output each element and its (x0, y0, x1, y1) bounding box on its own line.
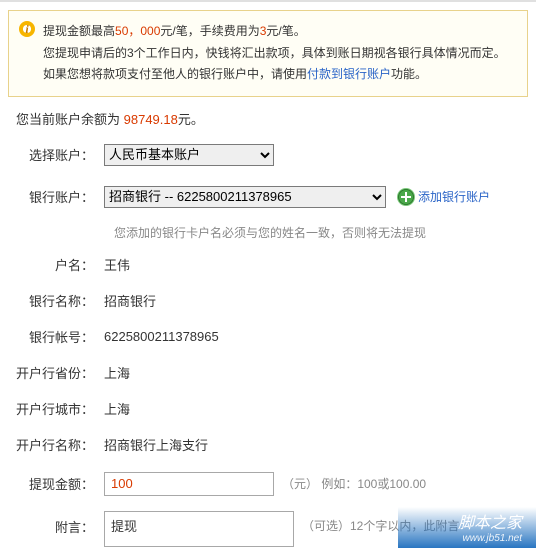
select-account[interactable]: 人民币基本账户 (104, 144, 274, 166)
plus-icon (398, 189, 414, 205)
pay-to-bank-link[interactable]: 付款到银行账户 (307, 67, 391, 81)
row-city: 开户行城市： 上海 (16, 397, 520, 421)
notice-line-2: 您提现申请后的3个工作日内，快钱将汇出款项，具体到账日期视各银行具体情况而定。 (43, 43, 515, 65)
notice-line-3: 如果您想将款项支付至他人的银行账户中，请使用付款到银行账户功能。 (43, 64, 515, 86)
row-holder: 户名： 王伟 (16, 253, 520, 277)
watermark-url: www.jb51.net (458, 533, 522, 544)
hint-name-match: 您添加的银行卡户名必须与您的姓名一致，否则将无法提现 (114, 224, 520, 241)
message-textarea[interactable] (104, 511, 294, 547)
label-holder: 户名： (16, 255, 104, 274)
label-message: 附言： (16, 511, 104, 536)
label-bank-name: 银行名称： (16, 291, 104, 310)
label-city: 开户行城市： (16, 399, 104, 418)
info-icon: i (19, 21, 35, 37)
label-amount: 提现金额： (16, 474, 104, 493)
add-bank-account-link[interactable]: 添加银行账户 (398, 188, 490, 205)
notice-text: 元/笔。 (266, 24, 305, 38)
notice-text: 功能。 (391, 67, 427, 81)
notice-text: 如果您想将款项支付至他人的银行账户中，请使用 (43, 67, 307, 81)
value-bank-number: 6225800211378965 (104, 329, 219, 344)
notice-box: i 提现金额最高50，000元/笔，手续费用为3元/笔。 您提现申请后的3个工作… (8, 10, 528, 97)
notice-text: 元/笔，手续费用为 (160, 24, 259, 38)
balance-suffix: 元。 (178, 112, 204, 127)
value-branch: 招商银行上海支行 (104, 435, 208, 454)
withdraw-form: 选择账户： 人民币基本账户 银行账户： 招商银行 -- 622580021137… (0, 140, 536, 547)
add-bank-label: 添加银行账户 (418, 188, 490, 205)
balance-row: 您当前账户余额为 98749.18元。 (0, 109, 536, 140)
label-select-account: 选择账户： (16, 145, 104, 164)
row-amount: 提现金额： （元） 例如：100或100.00 (16, 469, 520, 499)
row-province: 开户行省份： 上海 (16, 361, 520, 385)
notice-max-amount: 50，000 (115, 24, 160, 38)
value-bank-name: 招商银行 (104, 291, 156, 310)
hint-amount: （元） 例如：100或100.00 (282, 475, 426, 492)
select-bank-account[interactable]: 招商银行 -- 6225800211378965 (104, 186, 386, 208)
label-bank-number: 银行帐号： (16, 327, 104, 346)
label-bank-account: 银行账户： (16, 187, 104, 206)
balance-label: 您当前账户余额为 (16, 112, 124, 127)
amount-input[interactable] (104, 472, 274, 496)
label-branch: 开户行名称： (16, 435, 104, 454)
value-province: 上海 (104, 363, 130, 382)
value-city: 上海 (104, 399, 130, 418)
watermark: 脚本之家 www.jb51.net (398, 507, 536, 548)
notice-line-1: 提现金额最高50，000元/笔，手续费用为3元/笔。 (43, 21, 515, 43)
row-select-account: 选择账户： 人民币基本账户 (16, 140, 520, 170)
row-bank-name: 银行名称： 招商银行 (16, 289, 520, 313)
notice-text: 提现金额最高 (43, 24, 115, 38)
balance-amount: 98749.18 (124, 112, 178, 127)
row-bank-account: 银行账户： 招商银行 -- 6225800211378965 添加银行账户 (16, 182, 520, 212)
label-province: 开户行省份： (16, 363, 104, 382)
row-branch: 开户行名称： 招商银行上海支行 (16, 433, 520, 457)
row-bank-number: 银行帐号： 6225800211378965 (16, 325, 520, 349)
watermark-title: 脚本之家 (458, 515, 522, 532)
value-holder: 王伟 (104, 255, 130, 274)
